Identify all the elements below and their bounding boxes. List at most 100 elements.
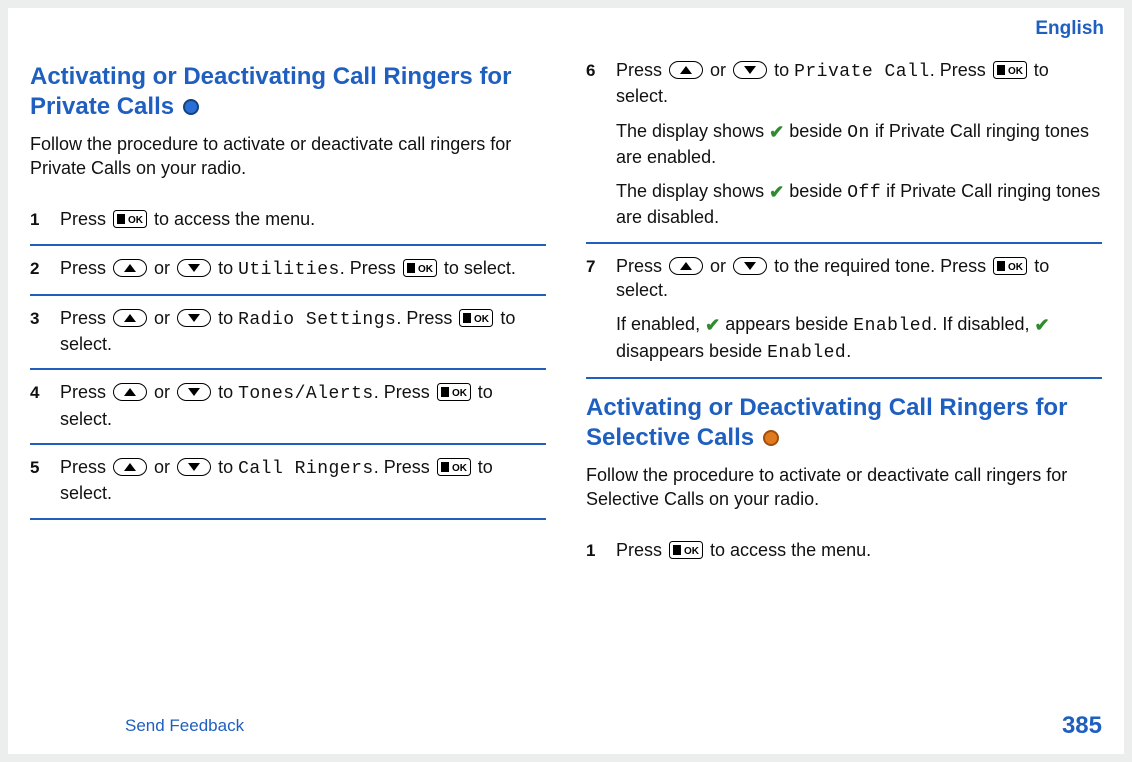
text: . Press [374,457,435,477]
step-body: Press or to Call Ringers. Press OK to se… [60,455,546,506]
step-2: 2 Press or to Utilities. Press OK to sel… [30,246,546,296]
text: to [218,382,238,402]
svg-text:OK: OK [474,314,490,325]
content-columns: Activating or Deactivating Call Ringers … [8,8,1124,575]
step-number: 6 [586,58,616,83]
svg-text:OK: OK [128,215,144,226]
heading-text: Activating or Deactivating Call Ringers … [30,63,511,120]
text: . Press [374,382,435,402]
menu-label: On [847,123,870,143]
ok-button-icon: OK [113,210,147,228]
down-button-icon [177,309,211,327]
header-language: English [1035,18,1104,40]
text: or [154,382,175,402]
step-3: 3 Press or to Radio Settings. Press OK t… [30,296,546,371]
check-icon: ✔ [1034,313,1049,337]
down-button-icon [733,257,767,275]
text: . If disabled, [932,314,1034,334]
left-column: Activating or Deactivating Call Ringers … [30,48,546,575]
section2-intro: Follow the procedure to activate or deac… [586,463,1102,512]
step-body: Press or to Tones/Alerts. Press OK to se… [60,380,546,431]
text: to access the menu. [154,209,315,229]
ok-button-icon: OK [669,541,703,559]
text: Press [60,308,111,328]
ok-button-icon: OK [437,383,471,401]
text: disappears beside [616,341,767,361]
ok-button-icon: OK [459,309,493,327]
send-feedback-link[interactable]: Send Feedback [125,716,244,736]
step-number: 1 [30,207,60,232]
text: . Press [340,258,401,278]
text: to [218,457,238,477]
text: Press [60,258,111,278]
text: . Press [930,60,991,80]
step-6: 6 Press or to Private Call. Press OK to … [586,48,1102,244]
heading-text: Activating or Deactivating Call Ringers … [586,394,1067,451]
text: Press [60,382,111,402]
ok-button-icon: OK [437,458,471,476]
private-call-icon [183,99,199,115]
menu-label: Private Call [794,62,930,82]
text: to [218,308,238,328]
ok-button-icon: OK [993,257,1027,275]
text: appears beside [725,314,853,334]
step-body: Press or to the required tone. Press OK … [616,254,1102,365]
svg-text:OK: OK [684,546,700,557]
text: The display shows [616,181,769,201]
text: or [710,256,731,276]
up-button-icon [669,61,703,79]
step-5: 5 Press or to Call Ringers. Press OK to … [30,445,546,520]
step-number: 7 [586,254,616,279]
up-button-icon [113,309,147,327]
step-number: 2 [30,256,60,281]
step-number: 4 [30,380,60,405]
selective-call-icon [763,430,779,446]
text: . Press [396,308,457,328]
down-button-icon [177,458,211,476]
up-button-icon [113,259,147,277]
text: beside [789,121,847,141]
right-column: 6 Press or to Private Call. Press OK to … [586,48,1102,575]
text: to the required tone. Press [774,256,991,276]
step-7: 7 Press or to the required tone. Press O… [586,244,1102,379]
check-icon: ✔ [769,180,784,204]
menu-label: Enabled [767,343,846,363]
page-number: 385 [1062,712,1102,740]
menu-label: Call Ringers [238,459,374,479]
step-body: Press or to Radio Settings. Press OK to … [60,306,546,357]
up-button-icon [113,458,147,476]
page: English Activating or Deactivating Call … [8,8,1124,754]
text: to [218,258,238,278]
down-button-icon [177,259,211,277]
step-1: 1 Press OK to access the menu. [30,197,546,246]
svg-text:OK: OK [452,463,468,474]
text: Press [60,457,111,477]
text: Press [616,540,667,560]
step-body: Press OK to access the menu. [60,207,546,231]
up-button-icon [113,383,147,401]
step-number: 1 [586,538,616,563]
text: to access the menu. [710,540,871,560]
footer: Send Feedback 385 [8,712,1124,740]
menu-label: Off [847,183,881,203]
section2-step-1: 1 Press OK to access the menu. [586,528,1102,575]
step-body: Press or to Utilities. Press OK to selec… [60,256,546,282]
svg-text:OK: OK [1008,66,1024,77]
text: to [774,60,794,80]
text: beside [789,181,847,201]
text: or [154,258,175,278]
ok-button-icon: OK [403,259,437,277]
check-icon: ✔ [769,120,784,144]
text: to select. [444,258,516,278]
svg-text:OK: OK [418,264,434,275]
step-body: Press or to Private Call. Press OK to se… [616,58,1102,230]
section-heading-selective: Activating or Deactivating Call Ringers … [586,393,1102,453]
up-button-icon [669,257,703,275]
text: or [154,308,175,328]
step-4: 4 Press or to Tones/Alerts. Press OK to … [30,370,546,445]
step-number: 3 [30,306,60,331]
text: . [846,341,851,361]
down-button-icon [733,61,767,79]
step-number: 5 [30,455,60,480]
text: or [710,60,731,80]
